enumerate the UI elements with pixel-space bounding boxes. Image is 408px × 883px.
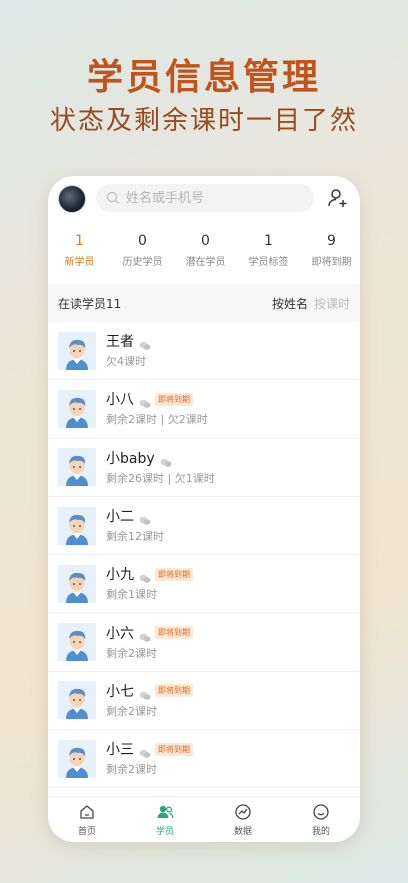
stat-count: 1 [264,233,273,249]
student-hours-status: 剩余2课时 [106,763,157,777]
wechat-icon [139,686,151,700]
expiring-badge: 即将到期 [155,392,193,406]
tab-label: 首页 [77,827,96,837]
list-header: 在读学员11 按姓名 按课时 [48,284,360,322]
stat-count: 0 [138,233,147,249]
stat-potential-students[interactable]: 0 潜在学员 [174,232,237,278]
user-avatar[interactable] [58,185,86,213]
stat-new-students[interactable]: 1 新学员 [48,232,111,278]
wechat-icon [160,453,172,467]
expiring-badge: 即将到期 [155,684,193,698]
tab-students[interactable]: 学员 [126,797,204,842]
wechat-icon [139,628,151,642]
student-row[interactable]: 小八 即将到期剩余2课时 | 欠2课时 [48,380,360,439]
student-row[interactable]: 小七 即将到期剩余2课时 [48,672,360,731]
stat-label: 即将到期 [311,257,352,268]
student-name: 小八 [106,392,134,409]
student-avatar [58,331,96,370]
stat-count: 1 [75,233,84,249]
student-row[interactable]: 小六 即将到期剩余2课时 [48,613,360,672]
wechat-icon [139,336,151,350]
student-avatar [58,623,96,662]
enrolled-count-title: 在读学员11 [58,296,122,311]
wechat-icon [139,569,151,584]
student-name: 小九 [106,567,134,584]
top-bar [48,176,360,226]
chart-icon [235,804,251,820]
student-name: 小三 [106,742,134,759]
tab-data[interactable]: 数据 [204,797,282,842]
student-avatar [58,739,96,778]
stat-label: 历史学员 [122,257,163,268]
sort-by-hours-button[interactable]: 按课时 [314,295,350,312]
stat-label: 学员标签 [248,257,289,268]
student-avatar [58,448,96,487]
stat-label: 新学员 [64,257,95,268]
student-hours-status: 剩余2课时 | 欠2课时 [106,413,208,427]
student-row[interactable]: 王者欠4课时 [48,322,360,381]
student-name: 王者 [106,334,134,351]
students-icon [157,805,174,819]
student-avatar [58,389,96,428]
stat-count: 0 [201,233,210,249]
student-avatar [58,506,96,545]
student-name: 小baby [106,450,155,467]
wechat-icon [139,744,151,759]
expiring-badge: 即将到期 [155,567,193,581]
student-name: 小六 [106,625,134,642]
student-avatar [58,564,96,603]
student-avatar [58,681,96,720]
student-row[interactable]: 小二剩余12课时 [48,497,360,556]
bottom-tab-bar: 首页 学员 数据 我的 [48,796,360,842]
phone-screen: 1 新学员 0 历史学员 0 潜在学员 1 学员标签 9 即将到期 在读学员11… [48,176,360,842]
search-box[interactable] [96,184,314,212]
student-hours-status: 剩余2课时 [106,704,157,718]
tab-profile[interactable]: 我的 [282,797,360,842]
tab-home[interactable]: 首页 [48,797,126,842]
expiring-badge: 即将到期 [155,742,193,756]
student-name: 小二 [106,509,134,526]
search-icon [106,191,119,204]
student-name: 小七 [106,683,134,700]
wechat-icon [139,394,151,409]
student-list: 王者 欠4课时 小八 即将到期 剩余2课时 | 欠2课时 小baby 剩余26课时 | 欠1… [48,322,360,789]
tab-label: 数据 [233,827,252,837]
profile-icon [313,804,329,820]
stat-student-tags[interactable]: 1 学员标签 [237,232,300,278]
student-hours-status: 剩余12课时 [106,530,164,544]
student-hours-status: 剩余1课时 [106,588,157,602]
stat-expiring[interactable]: 9 即将到期 [300,232,360,278]
stat-history-students[interactable]: 0 历史学员 [111,232,174,278]
expiring-badge: 即将到期 [155,626,193,640]
add-student-icon[interactable] [326,186,350,210]
student-row[interactable]: 小三 即将到期剩余2课时 [48,730,360,789]
search-input[interactable] [126,190,306,206]
student-hours-status: 欠4课时 [106,355,146,369]
wechat-icon [139,511,151,525]
student-hours-status: 剩余2课时 [106,646,157,660]
student-row[interactable]: 小九 即将到期剩余1课时 [48,555,360,614]
tab-label: 学员 [155,827,174,837]
student-hours-status: 剩余26课时 | 欠1课时 [106,471,215,485]
student-row[interactable]: 小baby 剩余26课时 | 欠1课时 [48,439,360,497]
promo-subtitle: 状态及剩余课时一目了然 [49,106,358,136]
home-icon [80,805,94,819]
sort-by-name-button[interactable]: 按姓名 [272,295,308,312]
tab-label: 我的 [311,827,330,837]
student-stats: 1 新学员 0 历史学员 0 潜在学员 1 学员标签 9 即将到期 [48,232,360,278]
stat-label: 潜在学员 [185,257,226,268]
stat-count: 9 [327,233,336,249]
promo-title: 学员信息管理 [86,57,321,98]
